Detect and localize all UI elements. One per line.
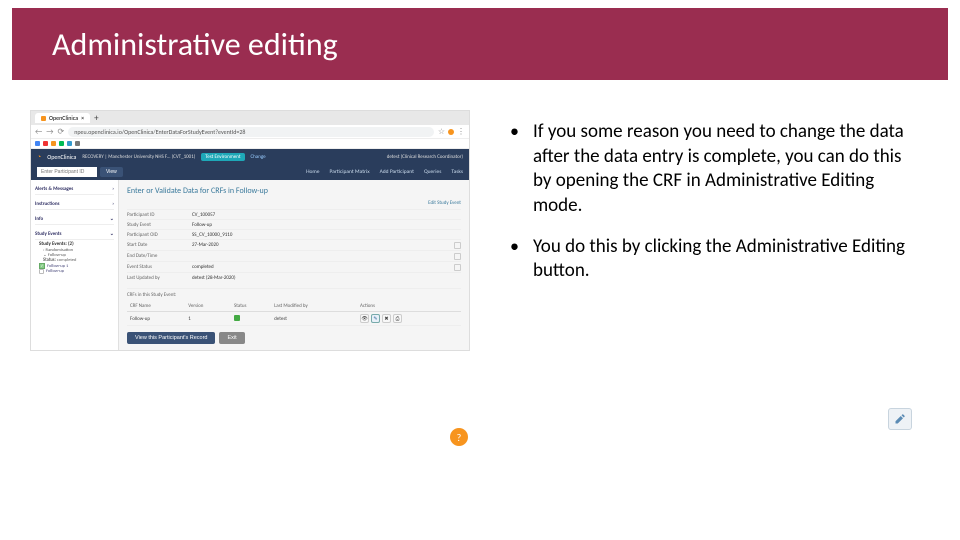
- value-study-event: Follow-up: [192, 222, 461, 228]
- col-version: Version: [185, 301, 231, 312]
- reload-icon[interactable]: ⟳: [58, 127, 65, 137]
- env-badge: Test Environment: [201, 153, 244, 161]
- url-bar[interactable]: npeu.openclinica.io/OpenClinica/EnterDat…: [68, 127, 434, 137]
- value-last-updated-by: detest (28-Mar-2020): [192, 275, 461, 281]
- view-crf-icon[interactable]: 👁: [360, 314, 369, 323]
- exit-button[interactable]: Exit: [219, 332, 244, 344]
- cell-version: 1: [185, 312, 231, 326]
- sidebar-instructions[interactable]: Instructions›: [35, 199, 114, 210]
- browser-toolbar: ← → ⟳ npeu.openclinica.io/OpenClinica/En…: [31, 125, 469, 139]
- content-row: OpenClinica × + ← → ⟳ npeu.openclinica.i…: [30, 110, 930, 510]
- bullet-item: If you some reason you need to change th…: [510, 120, 910, 219]
- nav-queries[interactable]: Queries: [424, 169, 441, 175]
- nav-home[interactable]: Home: [306, 169, 319, 175]
- col-actions: Actions: [357, 301, 461, 312]
- sidebar: Alerts & Messages› Instructions› Info⌄ S…: [31, 180, 119, 350]
- bullet-list: If you some reason you need to change th…: [470, 110, 930, 510]
- chevron-down-icon: ⌄: [110, 231, 114, 237]
- sidebar-info[interactable]: Info⌄: [35, 214, 114, 225]
- nav-participant-matrix[interactable]: Participant Matrix: [330, 169, 370, 175]
- forward-icon[interactable]: →: [46, 127, 53, 137]
- title-bar: Administrative editing: [12, 8, 948, 80]
- label-participant-oid: Participant OID: [127, 232, 192, 238]
- help-icon[interactable]: ?: [450, 428, 468, 446]
- tab-title: OpenClinica: [49, 114, 78, 122]
- nav-tasks[interactable]: Tasks: [451, 169, 463, 175]
- chevron-right-icon: ›: [112, 186, 114, 192]
- star-icon[interactable]: ☆: [438, 127, 445, 137]
- chevron-right-icon: ›: [112, 201, 114, 207]
- bookmark-icon[interactable]: [35, 141, 40, 146]
- label-event-status: Event Status: [127, 264, 192, 270]
- bookmark-icon[interactable]: [75, 141, 80, 146]
- nav-add-participant[interactable]: Add Participant: [380, 169, 414, 175]
- label-study-event: Study Event: [127, 222, 192, 228]
- new-tab-icon[interactable]: +: [94, 113, 98, 124]
- browser-tab[interactable]: OpenClinica ×: [35, 113, 90, 123]
- status-complete-icon: [234, 315, 240, 321]
- slide-title: Administrative editing: [52, 25, 338, 64]
- bookmark-bar: [31, 139, 469, 149]
- study-info: RECOVERY | Manchester University NHS F..…: [82, 154, 195, 160]
- value-participant-oid: SS_CV_10000_9110: [192, 232, 461, 238]
- label-participant-id: Participant ID: [127, 212, 192, 218]
- view-button[interactable]: View: [100, 167, 123, 177]
- bookmark-icon[interactable]: [43, 141, 48, 146]
- value-event-status: completed: [192, 264, 454, 270]
- empty-icon: [39, 269, 44, 274]
- profile-icon[interactable]: [448, 129, 454, 135]
- chevron-down-icon: ⌄: [110, 216, 114, 222]
- pencil-icon: [894, 413, 906, 425]
- browser-tab-strip: OpenClinica × +: [31, 111, 469, 125]
- col-modified-by: Last Modified by: [271, 301, 357, 312]
- crf-section-title: CRFs in this Study Event:: [127, 288, 461, 298]
- bookmark-icon[interactable]: [59, 141, 64, 146]
- bullet-item: You do this by clicking the Administrati…: [510, 235, 910, 284]
- label-last-updated-by: Last Updated by: [127, 275, 192, 281]
- cell-crf-name: Follow-up: [127, 312, 185, 326]
- value-start-date: 27-Mar-2020: [192, 242, 454, 248]
- user-role[interactable]: detest (Clinical Research Coordinator): [387, 154, 463, 160]
- page-title: Enter or Validate Data for CRFs in Follo…: [127, 186, 461, 196]
- admin-edit-icon[interactable]: ✎: [371, 314, 380, 323]
- back-icon[interactable]: ←: [35, 127, 42, 137]
- crf-table: CRF Name Version Status Last Modified by…: [127, 301, 461, 326]
- crf-followup[interactable]: Follow-up: [35, 269, 114, 274]
- bookmark-icon[interactable]: [51, 141, 56, 146]
- cell-status: [231, 312, 271, 326]
- edit-icon[interactable]: [454, 264, 461, 271]
- app-name: OpenClinica: [47, 153, 76, 161]
- cell-modified-by: detest: [271, 312, 357, 326]
- actions-cell: 👁 ✎ ✖ ⎙: [360, 314, 458, 323]
- app-body: Alerts & Messages› Instructions› Info⌄ S…: [31, 180, 469, 350]
- app-logo-icon: ◔: [37, 152, 41, 161]
- events-count: Study Events: (2): [35, 240, 114, 248]
- menu-icon[interactable]: ⋮: [457, 127, 465, 137]
- label-end-date: End Date/Time: [127, 253, 192, 259]
- col-crf-name: CRF Name: [127, 301, 185, 312]
- edit-study-event-link[interactable]: Edit Study Event: [127, 200, 461, 206]
- sidebar-alerts[interactable]: Alerts & Messages›: [35, 184, 114, 195]
- edit-icon[interactable]: [454, 242, 461, 249]
- print-crf-icon[interactable]: ⎙: [393, 314, 402, 323]
- screenshot: OpenClinica × + ← → ⟳ npeu.openclinica.i…: [30, 110, 470, 450]
- bookmark-icon[interactable]: [67, 141, 72, 146]
- col-status: Status: [231, 301, 271, 312]
- main-panel: Enter or Validate Data for CRFs in Follo…: [119, 180, 469, 350]
- app-header: ◔ OpenClinica RECOVERY | Manchester Univ…: [31, 149, 469, 164]
- nav-row: View Home Participant Matrix Add Partici…: [31, 164, 469, 180]
- browser-window: OpenClinica × + ← → ⟳ npeu.openclinica.i…: [30, 110, 470, 351]
- label-start-date: Start Date: [127, 242, 192, 248]
- value-participant-id: CV_100057: [192, 212, 461, 218]
- change-link[interactable]: Change: [251, 154, 266, 160]
- table-row: Follow-up 1 detest 👁 ✎ ✖ ⎙: [127, 312, 461, 326]
- participant-id-input[interactable]: [37, 167, 97, 177]
- tab-favicon: [41, 116, 46, 121]
- tab-close-icon[interactable]: ×: [81, 114, 84, 122]
- view-participant-record-button[interactable]: View this Participant's Record: [127, 332, 215, 344]
- admin-editing-button-callout: [888, 408, 912, 430]
- edit-icon[interactable]: [454, 253, 461, 260]
- remove-crf-icon[interactable]: ✖: [382, 314, 391, 323]
- sidebar-study-events[interactable]: Study Events⌄: [35, 229, 114, 240]
